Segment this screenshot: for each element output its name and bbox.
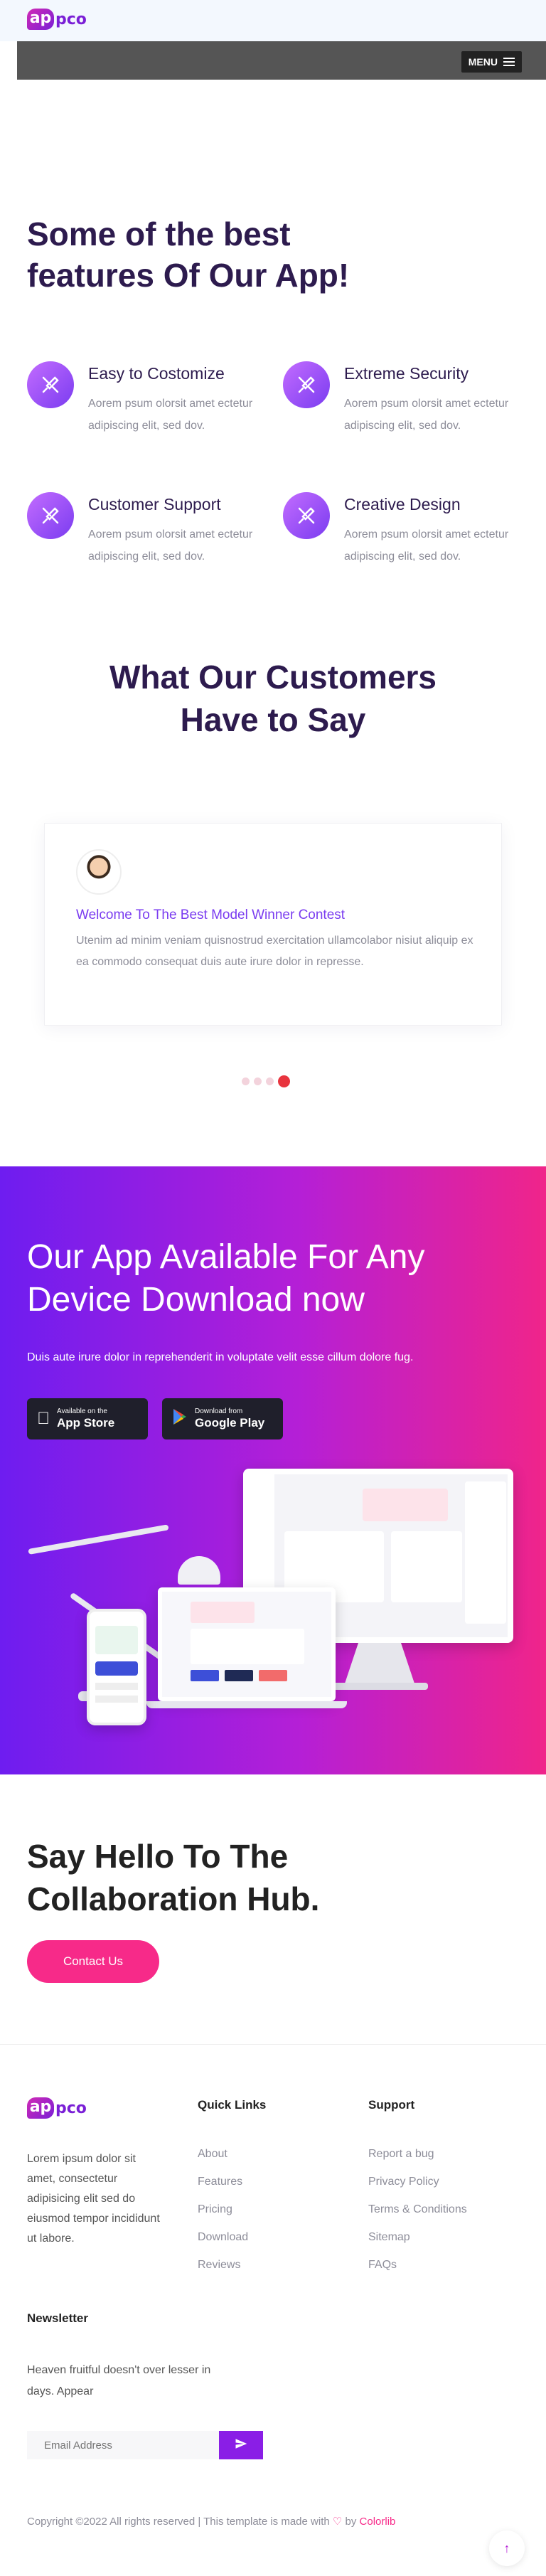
testimonial-heading: Welcome To The Best Model Winner Contest — [76, 908, 346, 922]
support-title: Support — [368, 2098, 415, 2112]
play-icon — [172, 1408, 188, 1430]
feature-title: Easy to Costomize — [88, 364, 225, 383]
testimonials-title-line1: What Our Customers — [109, 659, 437, 696]
laptop-base — [146, 1701, 347, 1708]
app-store-big: App Store — [44, 1416, 114, 1430]
tools-icon — [27, 361, 74, 408]
send-button[interactable] — [219, 2431, 263, 2459]
support-link-privacy[interactable]: Privacy Policy — [368, 2176, 439, 2188]
quick-links-title: Quick Links — [198, 2098, 267, 2112]
feature-desc: Aorem psum olorsit amet ectetur adipisci… — [88, 398, 253, 432]
newsletter-title: Newsletter — [27, 2311, 88, 2325]
quick-link-reviews[interactable]: Reviews — [198, 2259, 240, 2272]
feature-desc: Aorem psum olorsit amet ectetur adipisci… — [88, 528, 253, 563]
monitor-base — [328, 1683, 428, 1690]
logo-mark: ap — [27, 2097, 54, 2119]
logo-text: pco — [55, 10, 87, 28]
copyright-by: by — [345, 2516, 357, 2528]
testimonial-text: Utenim ad minim veniam quisnostrud exerc… — [76, 935, 473, 968]
download-title-line1: Our App Available For Any — [27, 1238, 425, 1276]
feature-item: Customer Support Aorem psum olorsit amet… — [27, 492, 269, 570]
quick-link-download[interactable]: Download — [198, 2231, 248, 2244]
laptop-mockup — [158, 1587, 336, 1701]
download-subtitle: Duis aute irure dolor in reprehenderit i… — [27, 1351, 414, 1363]
quick-link-about[interactable]: About — [198, 2148, 228, 2161]
play-small: Download from — [195, 1407, 243, 1415]
features-title-line2: features Of Our App! — [27, 257, 350, 294]
contact-us-button[interactable]: Contact Us — [27, 1940, 159, 1983]
footer-about: Lorem ipsum dolor sit amet, consectetur … — [27, 2153, 160, 2245]
app-store-button[interactable]:  Available on the App Store — [27, 1398, 148, 1439]
hello-title-line1: Say Hello To The — [27, 1838, 289, 1875]
features-title: Some of the best features Of Our App! — [27, 213, 454, 296]
navbar: MENU — [17, 41, 546, 80]
feature-item: Creative Design Aorem psum olorsit amet … — [283, 492, 525, 570]
avatar — [76, 849, 122, 895]
paper-plane-icon — [235, 2437, 247, 2454]
google-play-button[interactable]: Download from Google Play — [162, 1398, 283, 1439]
carousel-dot[interactable] — [242, 1077, 250, 1085]
testimonial-card: Welcome To The Best Model Winner Contest… — [44, 823, 502, 1026]
download-title-line2: Device Download now — [27, 1281, 365, 1319]
logo-mark: ap — [27, 9, 54, 30]
app-store-small: Available on the — [44, 1407, 107, 1415]
feature-item: Extreme Security Aorem psum olorsit amet… — [283, 361, 525, 440]
menu-label: MENU — [468, 56, 498, 68]
quick-link-features[interactable]: Features — [198, 2176, 242, 2188]
section-divider — [0, 2044, 546, 2045]
heart-icon: ♡ — [332, 2516, 343, 2528]
arrow-up-icon: ↑ — [503, 2540, 510, 2555]
tools-icon — [27, 492, 74, 539]
carousel-dot[interactable] — [266, 1077, 274, 1085]
monitor-stand — [344, 1643, 415, 1686]
quick-link-pricing[interactable]: Pricing — [198, 2203, 232, 2216]
carousel-dot-active[interactable] — [278, 1075, 290, 1087]
feature-item: Easy to Costomize Aorem psum olorsit ame… — [27, 361, 269, 440]
site-logo[interactable]: ap pco — [27, 9, 87, 30]
copyright: Copyright ©2022 All rights reserved | Th… — [27, 2515, 395, 2528]
carousel-dot[interactable] — [254, 1077, 262, 1085]
apple-icon:  — [37, 1409, 50, 1429]
colorlib-link[interactable]: Colorlib — [360, 2516, 396, 2528]
support-link-terms[interactable]: Terms & Conditions — [368, 2203, 467, 2216]
feature-title: Creative Design — [344, 495, 461, 513]
email-input[interactable] — [27, 2431, 219, 2459]
play-big: Google Play — [195, 1416, 265, 1430]
feature-title: Customer Support — [88, 495, 221, 513]
download-section: Our App Available For Any Device Downloa… — [0, 1166, 546, 1774]
support-link-report[interactable]: Report a bug — [368, 2148, 434, 2161]
tools-icon — [283, 492, 330, 539]
back-to-top-button[interactable]: ↑ — [489, 2530, 525, 2566]
feature-desc: Aorem psum olorsit amet ectetur adipisci… — [344, 528, 509, 563]
phone-mockup — [87, 1609, 146, 1725]
support-link-faqs[interactable]: FAQs — [368, 2259, 397, 2272]
newsletter-text: Heaven fruitful doesn't over lesser in d… — [27, 2364, 211, 2397]
tools-icon — [283, 361, 330, 408]
hello-title: Say Hello To The Collaboration Hub. — [27, 1835, 454, 1920]
feature-desc: Aorem psum olorsit amet ectetur adipisci… — [344, 398, 509, 432]
footer-logo[interactable]: ap pco — [27, 2097, 87, 2119]
carousel-dots — [242, 1075, 294, 1087]
logo-text: pco — [55, 2099, 87, 2117]
feature-title: Extreme Security — [344, 364, 469, 383]
testimonials-title: What Our Customers Have to Say — [60, 656, 486, 741]
testimonials-title-line2: Have to Say — [180, 701, 366, 738]
menu-button[interactable]: MENU — [461, 51, 522, 73]
hello-title-line2: Collaboration Hub. — [27, 1880, 320, 1917]
copyright-text: Copyright ©2022 All rights reserved | Th… — [27, 2516, 330, 2528]
download-title: Our App Available For Any Device Downloa… — [27, 1236, 525, 1321]
support-link-sitemap[interactable]: Sitemap — [368, 2231, 410, 2244]
features-title-line1: Some of the best — [27, 215, 291, 252]
hamburger-icon — [503, 58, 515, 66]
